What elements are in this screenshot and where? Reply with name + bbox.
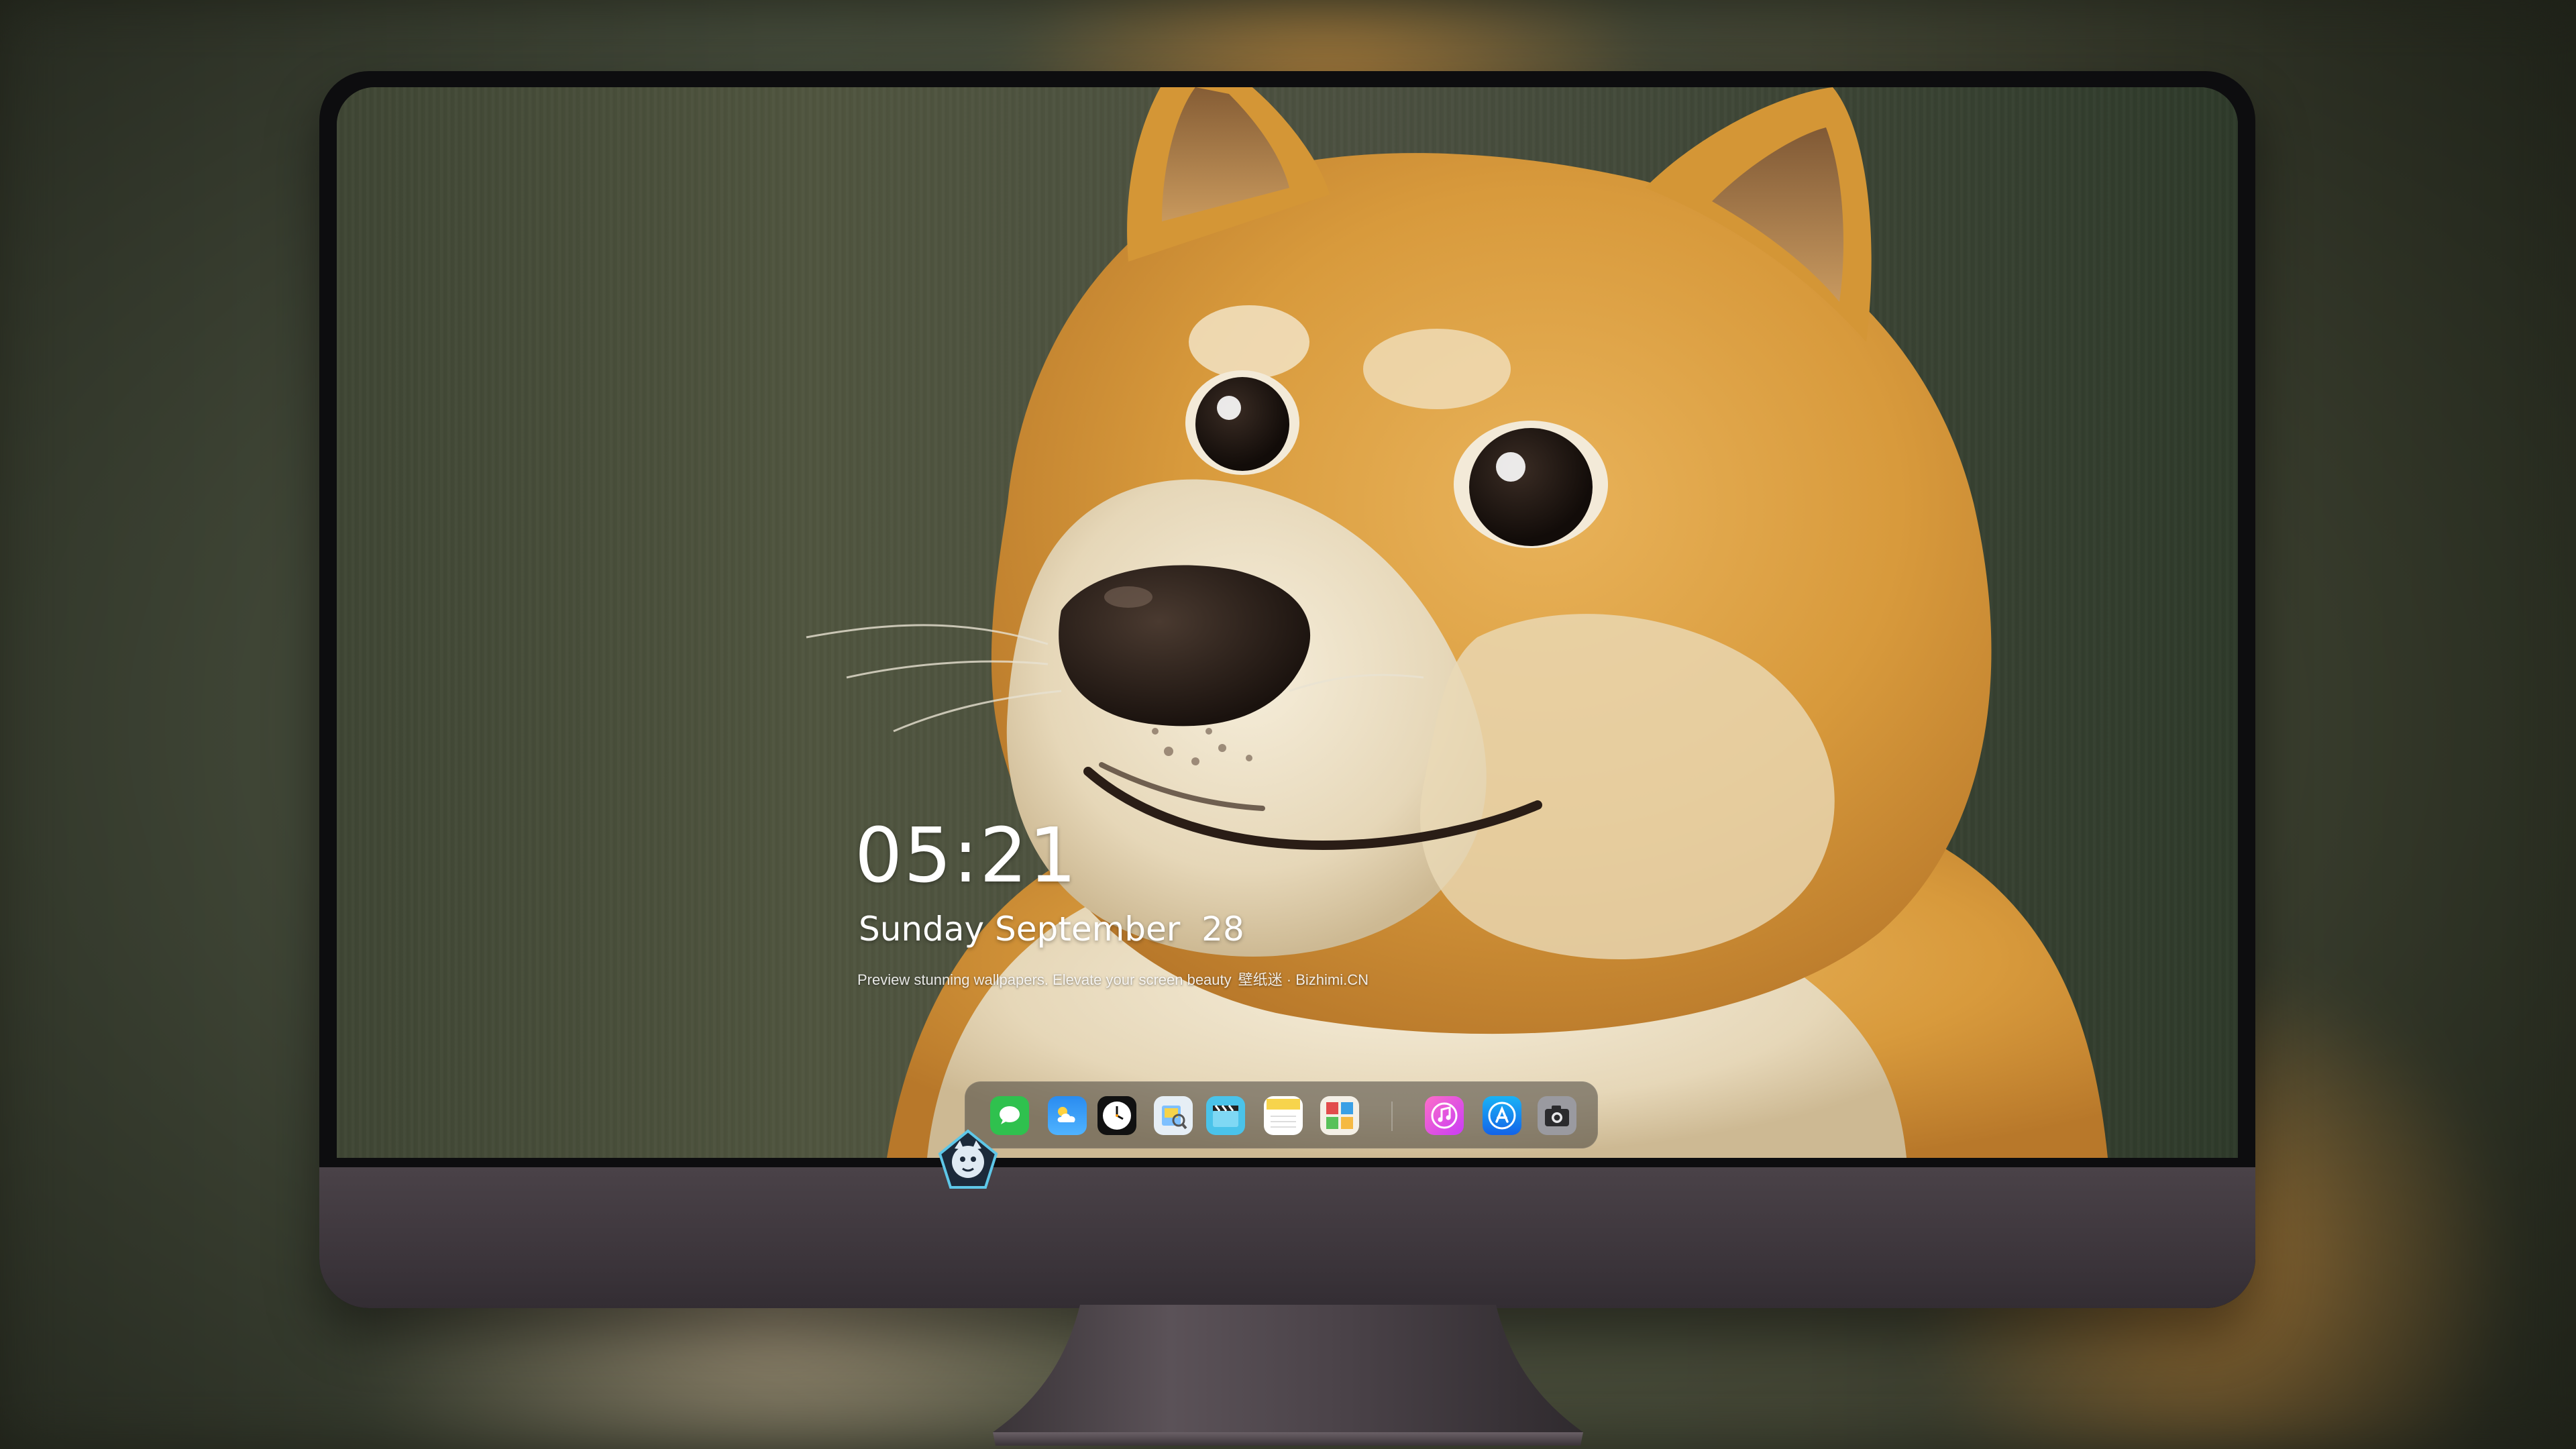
lockscreen-date: Sunday September 28	[859, 910, 1244, 949]
weather-icon[interactable]	[1048, 1096, 1087, 1135]
lockscreen-tagline: Preview stunning wallpapers. Elevate you…	[857, 973, 1368, 987]
dock-separator	[1391, 1102, 1393, 1131]
screenshot-icon[interactable]	[1538, 1096, 1576, 1135]
tagline-brand: 壁纸迷 · Bizhimi.CN	[1238, 971, 1368, 988]
dock	[965, 1081, 1598, 1148]
desktop-screen: 05:21 Sunday September 28 Preview stunni…	[337, 87, 2238, 1158]
lockscreen-time: 05:21	[855, 812, 1078, 900]
app-store-icon[interactable]	[1483, 1096, 1521, 1135]
clock-icon[interactable]	[1097, 1096, 1136, 1135]
monitor-chin	[319, 1167, 2255, 1308]
shiba-dog-illustration	[806, 87, 2108, 1158]
photo-booth-icon[interactable]	[1320, 1096, 1359, 1135]
music-icon[interactable]	[1425, 1096, 1464, 1135]
brand-logo	[938, 1129, 998, 1189]
tagline-text: Preview stunning wallpapers. Elevate you…	[857, 971, 1232, 988]
preview-icon[interactable]	[1154, 1096, 1193, 1135]
notes-icon[interactable]	[1264, 1096, 1303, 1135]
clips-icon[interactable]	[1206, 1096, 1245, 1135]
monitor-stand	[993, 1305, 1583, 1446]
